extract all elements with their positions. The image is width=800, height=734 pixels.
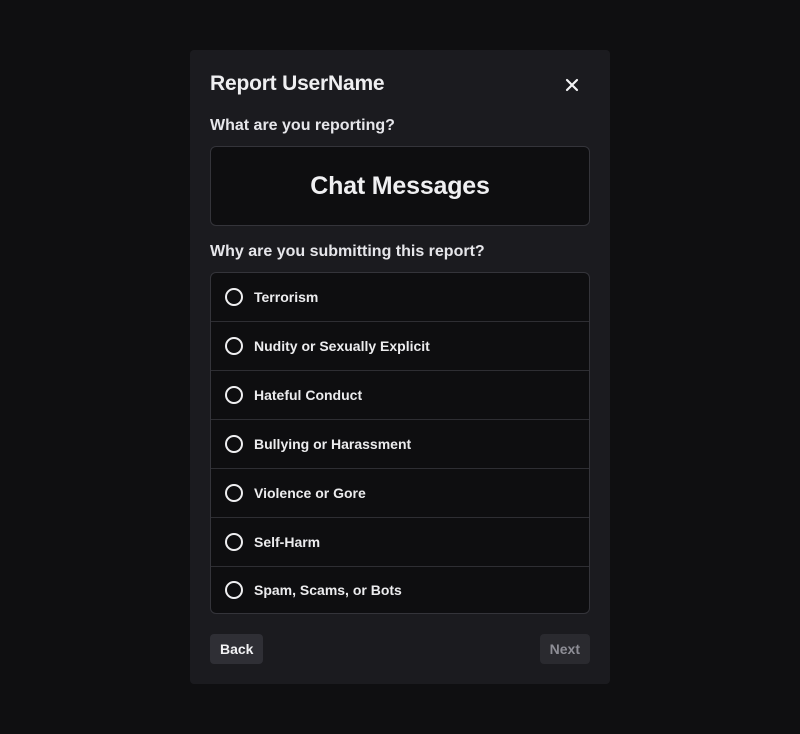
report-dialog: Report UserName What are you reporting? … (190, 50, 610, 684)
reason-option-self-harm[interactable]: Self-Harm (211, 518, 589, 567)
reason-option-nudity[interactable]: Nudity or Sexually Explicit (211, 322, 589, 371)
why-reporting-label: Why are you submitting this report? (210, 243, 485, 260)
reason-option-label: Self-Harm (254, 534, 321, 550)
reason-option-hateful-conduct[interactable]: Hateful Conduct (211, 371, 589, 420)
reason-option-label: Bullying or Harassment (254, 436, 412, 452)
radio-icon[interactable] (225, 581, 243, 599)
reason-option-label: Hateful Conduct (254, 387, 363, 403)
reason-option-label: Nudity or Sexually Explicit (254, 338, 430, 354)
radio-icon[interactable] (225, 288, 243, 306)
reason-option-violence[interactable]: Violence or Gore (211, 469, 589, 518)
radio-icon[interactable] (225, 484, 243, 502)
next-button[interactable]: Next (539, 634, 590, 664)
reason-option-bullying[interactable]: Bullying or Harassment (211, 420, 589, 469)
close-icon (565, 78, 579, 92)
back-button[interactable]: Back (210, 634, 264, 664)
dialog-title: Report UserName (210, 72, 385, 95)
reason-options-list: Terrorism Nudity or Sexually Explicit Ha… (210, 272, 590, 614)
radio-icon[interactable] (225, 435, 243, 453)
reason-option-label: Violence or Gore (254, 485, 366, 501)
close-button[interactable] (560, 73, 584, 97)
radio-icon[interactable] (225, 533, 243, 551)
reason-option-label: Spam, Scams, or Bots (254, 582, 402, 598)
radio-icon[interactable] (225, 337, 243, 355)
reported-category-box: Chat Messages (210, 146, 590, 226)
dialog-header: Report UserName (210, 50, 590, 126)
what-reporting-label: What are you reporting? (210, 117, 395, 134)
reason-option-spam[interactable]: Spam, Scams, or Bots (211, 567, 589, 613)
reason-option-label: Terrorism (254, 289, 319, 305)
radio-icon[interactable] (225, 386, 243, 404)
dialog-footer: Back Next (210, 634, 590, 664)
reason-option-terrorism[interactable]: Terrorism (211, 273, 589, 322)
reported-category: Chat Messages (310, 171, 490, 200)
